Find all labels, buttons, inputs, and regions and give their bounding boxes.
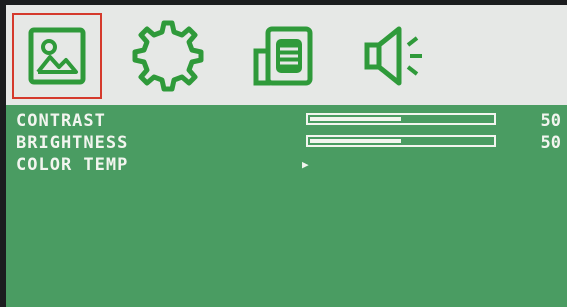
contrast-value: 50 — [540, 111, 561, 131]
document-icon — [253, 26, 313, 86]
contrast-slider-fill — [310, 117, 401, 121]
tab-document[interactable] — [238, 13, 328, 99]
osd-tab-bar — [6, 5, 567, 105]
brightness-value: 50 — [540, 133, 561, 153]
speaker-icon — [364, 26, 422, 86]
color-temp-row[interactable]: COLOR TEMP ▶ — [16, 156, 561, 174]
brightness-row[interactable]: BRIGHTNESS 50 — [16, 134, 561, 152]
tab-picture[interactable] — [12, 13, 102, 99]
contrast-label: CONTRAST — [16, 111, 106, 131]
tab-settings[interactable] — [123, 13, 213, 99]
picture-icon — [28, 27, 86, 85]
submenu-arrow-icon: ▶ — [302, 158, 309, 171]
contrast-row[interactable]: CONTRAST 50 — [16, 112, 561, 130]
brightness-label: BRIGHTNESS — [16, 133, 129, 153]
contrast-slider[interactable] — [306, 113, 496, 125]
brightness-slider-fill — [310, 139, 401, 143]
tab-audio[interactable] — [353, 13, 443, 99]
osd-screen: CONTRAST 50 BRIGHTNESS 50 COLOR TEMP ▶ — [6, 5, 567, 307]
gear-icon — [132, 20, 204, 92]
brightness-slider[interactable] — [306, 135, 496, 147]
color-temp-label: COLOR TEMP — [16, 155, 129, 175]
picture-settings-panel: CONTRAST 50 BRIGHTNESS 50 COLOR TEMP ▶ — [6, 105, 567, 307]
